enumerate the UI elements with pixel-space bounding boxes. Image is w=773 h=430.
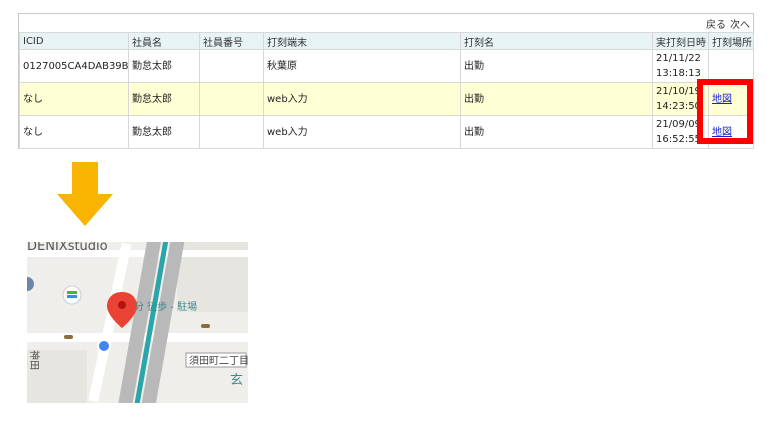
down-arrow-icon: [57, 162, 113, 226]
table-row: なし 勤怠太郎 web入力 出勤 21/09/09 16:52:55 地図: [19, 115, 754, 149]
attendance-table: ICID 社員名 社員番号 打刻端末 打刻名 実打刻日時 打刻場所 012700…: [19, 32, 754, 149]
cell-employee-name: 勤怠太郎: [128, 115, 200, 149]
cell-datetime: 21/09/09 16:52:55: [652, 115, 709, 149]
cell-stamp-name: 出勤: [460, 82, 653, 116]
map-link[interactable]: 地図: [712, 127, 732, 138]
cell-stamp-name: 出勤: [460, 115, 653, 149]
col-header-employee-number[interactable]: 社員番号: [199, 32, 264, 50]
back-link[interactable]: 戻る: [706, 16, 726, 31]
cell-time: 13:18:13: [656, 68, 701, 79]
cell-icid: なし: [19, 82, 129, 116]
cell-stamp-name: 出勤: [460, 49, 653, 83]
cell-datetime: 21/11/22 13:18:13: [652, 49, 709, 83]
map-link[interactable]: 地図: [712, 94, 732, 105]
col-header-employee-name[interactable]: 社員名: [128, 32, 200, 50]
col-header-datetime[interactable]: 実打刻日時: [652, 32, 709, 50]
col-header-icid[interactable]: ICID: [19, 32, 129, 50]
map-brand-label: DENIXstudio: [27, 242, 108, 254]
cell-icid: なし: [19, 115, 129, 149]
attendance-panel: 戻る 次へ ICID 社員名 社員番号 打刻端末 打刻名 実打刻日時 打刻場所 …: [18, 13, 754, 149]
cell-terminal: web入力: [263, 115, 461, 149]
map-preview[interactable]: 須田町二丁目 DENIXstudio 分 徒歩 - 駐場 玄 神田: [27, 242, 248, 403]
cell-terminal: web入力: [263, 82, 461, 116]
cell-icid: 0127005CA4DAB39B: [19, 49, 129, 83]
next-link[interactable]: 次へ: [730, 16, 750, 31]
col-header-terminal[interactable]: 打刻端末: [263, 32, 461, 50]
map-left-label: 神田: [28, 350, 41, 370]
pager: 戻る 次へ: [706, 16, 750, 31]
cell-location: 地図: [708, 115, 754, 149]
cell-employee-number: [199, 49, 264, 83]
col-header-stamp-name[interactable]: 打刻名: [460, 32, 653, 50]
map-address-label: 須田町二丁目: [189, 355, 248, 367]
table-row: 0127005CA4DAB39B 勤怠太郎 秋葉原 出勤 21/11/22 13:…: [19, 49, 754, 83]
map-walk-label: 分 徒歩 - 駐場: [134, 300, 197, 313]
map-side-label: 玄: [230, 373, 243, 388]
cell-date: 21/10/19: [656, 86, 701, 97]
cell-time: 16:52:55: [656, 134, 701, 145]
cell-date: 21/09/09: [656, 119, 701, 130]
cell-employee-name: 勤怠太郎: [128, 82, 200, 116]
table-row: なし 勤怠太郎 web入力 出勤 21/10/19 14:23:50 地図: [19, 82, 754, 116]
cell-date: 21/11/22: [656, 53, 701, 64]
table-header-row: ICID 社員名 社員番号 打刻端末 打刻名 実打刻日時 打刻場所: [19, 32, 754, 50]
col-header-location[interactable]: 打刻場所: [708, 32, 754, 50]
cell-employee-number: [199, 82, 264, 116]
cell-location: [708, 49, 754, 83]
cell-location: 地図: [708, 82, 754, 116]
cell-time: 14:23:50: [656, 101, 701, 112]
cell-employee-name: 勤怠太郎: [128, 49, 200, 83]
cell-datetime: 21/10/19 14:23:50: [652, 82, 709, 116]
current-location-icon: [97, 339, 111, 353]
cell-employee-number: [199, 115, 264, 149]
shop-icon: [62, 285, 82, 305]
cell-terminal: 秋葉原: [263, 49, 461, 83]
